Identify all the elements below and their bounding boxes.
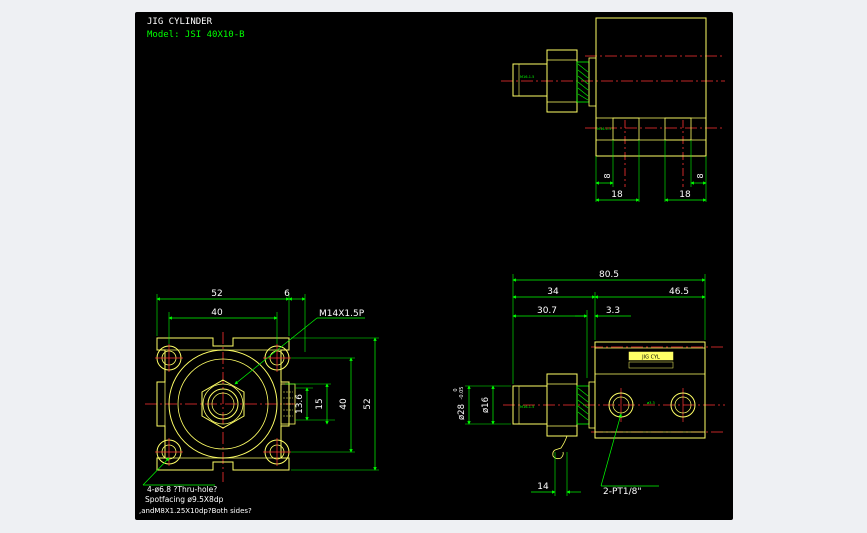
- side-dim-body-tol-lower: -0.05: [459, 387, 465, 400]
- top-dim-18-left-text: 18: [611, 190, 623, 200]
- front-note-line2: Spotfacing ø9.5X8dp: [145, 495, 224, 504]
- side-dim-rod-diameter-text: ø16: [481, 397, 491, 413]
- front-dim-40-vertical-text: 40: [339, 398, 349, 410]
- front-thread-label: M14X1.5P: [319, 309, 365, 319]
- front-mount-hole-bl: [155, 438, 183, 466]
- side-view: JIG CYL ø3.3 M16-1.5 80.5 34 46.5 30.7 3…: [453, 270, 725, 497]
- top-body-outline: [595, 17, 707, 157]
- front-dim-40-text: 40: [211, 308, 223, 318]
- front-dim-52-text: 52: [211, 289, 222, 299]
- drawing-canvas: JIG CYLINDER Model: JSI 40X10-B M16-1.5: [135, 12, 733, 520]
- side-dim-body-diameter-text: ø28: [457, 404, 467, 420]
- side-dim-80-5-text: 80.5: [599, 270, 619, 280]
- side-dim-46-5-text: 46.5: [669, 287, 689, 297]
- side-small-label-a: M16-1.5: [520, 405, 534, 409]
- front-note-line3: ,andM8X1.25X10dp?Both sides?: [139, 507, 252, 515]
- side-port-leader: [600, 413, 622, 487]
- side-dim-3-3-text: 3.3: [606, 306, 620, 316]
- front-dim-52-vertical-text: 52: [363, 398, 373, 409]
- side-port-label: 2-PT1/8": [603, 487, 642, 497]
- side-dim-30-7-text: 30.7: [537, 306, 557, 316]
- side-dim-14-text: 14: [537, 482, 549, 492]
- front-dim-6-text: 6: [284, 289, 290, 299]
- top-view: M16-1.5 M16-1.5 8 8 18 18: [501, 17, 725, 202]
- top-dim-8-left-text: 8: [603, 173, 612, 178]
- top-dim-18-right-text: 18: [679, 190, 691, 200]
- svg-text:M16-1.5: M16-1.5: [520, 75, 534, 79]
- front-dim-15-text: 15: [315, 398, 325, 409]
- side-plate-text: JIG CYL: [641, 355, 660, 361]
- top-rod: [512, 63, 548, 97]
- top-small-label: M16-1.5: [597, 127, 611, 131]
- front-mount-hole-tl: [155, 344, 183, 372]
- top-port-right: [664, 117, 692, 141]
- front-mount-hole-br: [263, 438, 291, 466]
- front-view: 52 6 40 M14X1.5P 13.6 15 40 52 4-ø6.8 ?T…: [139, 289, 379, 515]
- cad-drawing: M16-1.5 M16-1.5 8 8 18 18 52 6 40 M14X1.…: [139, 17, 725, 515]
- top-dim-8-right-text: 8: [696, 173, 705, 178]
- front-note-line1: 4-ø6.8 ?Thru-hole?: [147, 485, 217, 494]
- side-dim-34-text: 34: [547, 287, 559, 297]
- front-hole-leader: [142, 457, 170, 486]
- front-dim-13-6-text: 13.6: [295, 394, 305, 414]
- side-small-label-b: ø3.3: [647, 401, 655, 405]
- top-port-left: [612, 117, 640, 141]
